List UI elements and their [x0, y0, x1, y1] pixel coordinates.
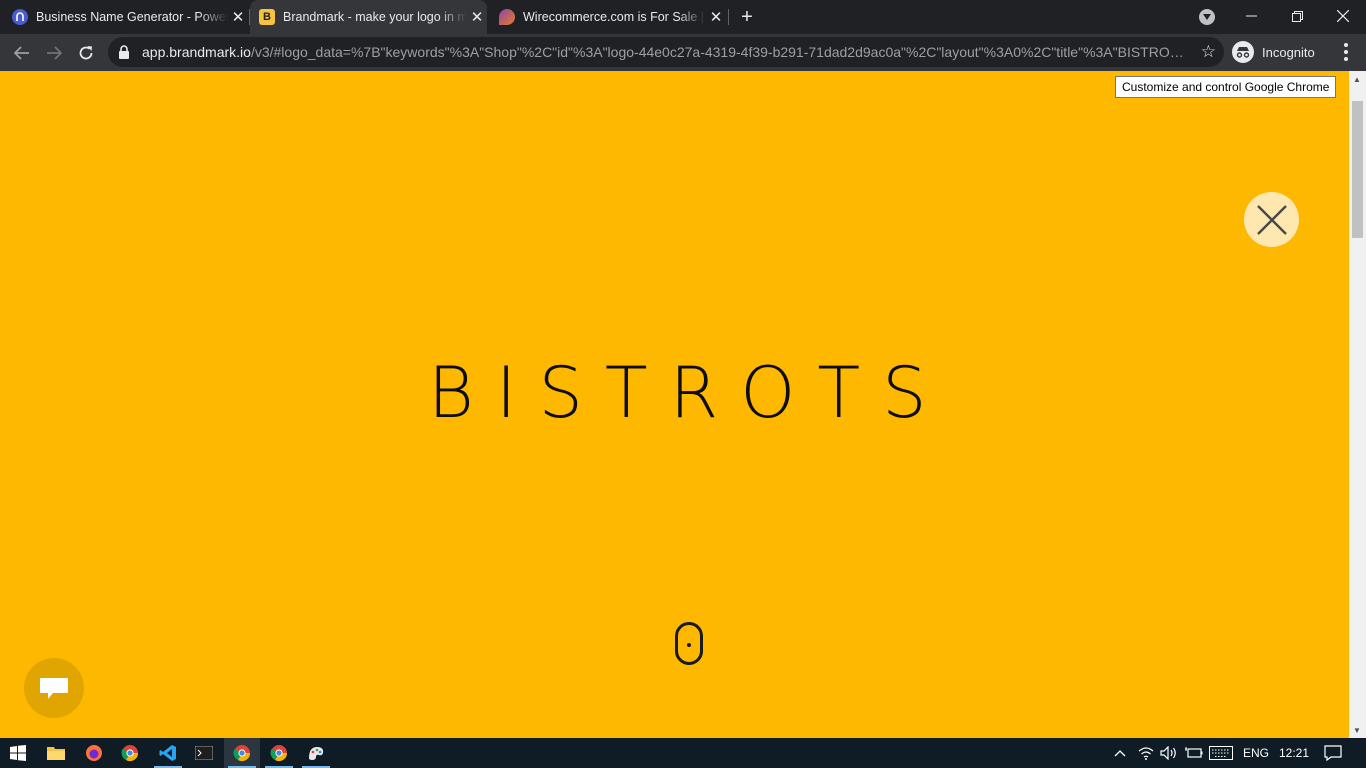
chat-bubble-icon [40, 678, 68, 699]
minimize-icon [1245, 15, 1257, 17]
lock-icon[interactable] [118, 45, 130, 59]
scroll-down-arrow-icon[interactable]: ▼ [1353, 726, 1361, 735]
firefox-icon [86, 745, 102, 761]
scrollbar-thumb[interactable] [1352, 101, 1363, 238]
address-bar[interactable]: app.brandmark.io/v3/#logo_data=%7B"keywo… [108, 37, 1224, 67]
brandmark-icon: B [259, 9, 275, 25]
tab-title: Business Name Generator - Powered by Nam… [36, 10, 228, 24]
close-preview-button[interactable] [1244, 192, 1299, 247]
file-explorer-icon [47, 747, 65, 760]
back-button[interactable] [9, 40, 35, 66]
close-tab-icon[interactable]: ✕ [467, 7, 487, 27]
incognito-icon [1232, 41, 1254, 63]
url-path: /v3/#logo_data=%7B"keywords"%3A"Shop"%2C… [250, 44, 1192, 60]
scroll-mouse-icon [675, 622, 703, 665]
tab-separator [728, 9, 729, 25]
new-tab-button[interactable]: + [737, 7, 757, 27]
battery-status[interactable] [1185, 738, 1203, 768]
wifi-icon [1138, 747, 1154, 760]
chrome-icon [233, 745, 251, 762]
clock[interactable]: 12:21 [1279, 738, 1309, 768]
battery-icon [1185, 747, 1203, 758]
taskbar-file-explorer[interactable] [38, 738, 74, 768]
menu-tooltip: Customize and control Google Chrome [1115, 76, 1337, 98]
close-tab-icon[interactable]: ✕ [706, 7, 726, 27]
chat-button[interactable] [24, 658, 84, 718]
url-host: app.brandmark.io [142, 44, 251, 60]
chrome-menu-button[interactable] [1334, 39, 1358, 65]
reload-icon [79, 46, 93, 60]
tab-title: Brandmark - make your logo in minutes [283, 10, 467, 24]
speaker-icon [1160, 746, 1176, 760]
volume-status[interactable] [1160, 738, 1178, 768]
terminal-icon [195, 746, 213, 760]
bookmark-star-icon[interactable]: ☆ [1201, 42, 1216, 62]
taskbar-chrome-3[interactable] [261, 738, 297, 768]
keyboard-icon [1209, 746, 1233, 760]
start-button[interactable] [0, 738, 36, 768]
language-indicator[interactable]: ENG [1243, 738, 1269, 768]
page-scrollbar[interactable]: ▲ ▼ [1349, 71, 1366, 738]
chevron-down-icon [1203, 14, 1211, 20]
show-hidden-icons[interactable] [1114, 738, 1126, 768]
taskbar-firefox[interactable] [76, 738, 112, 768]
arrow-left-icon [14, 46, 29, 60]
reload-button[interactable] [73, 40, 99, 66]
network-status[interactable] [1138, 738, 1154, 768]
taskbar-chrome-2[interactable] [224, 738, 260, 768]
logo-wordmark: BISTROTS [428, 352, 949, 434]
action-center[interactable] [1324, 738, 1342, 768]
namelix-icon [12, 9, 28, 25]
brandbucket-icon [499, 9, 515, 25]
chevron-up-icon [1114, 750, 1126, 757]
touch-keyboard[interactable] [1209, 738, 1233, 768]
taskbar-chrome-1[interactable] [112, 738, 148, 768]
paint-icon [309, 747, 324, 760]
windows-taskbar: ENG 12:21 [0, 738, 1366, 768]
restore-icon [1291, 10, 1303, 22]
taskbar-terminal[interactable] [186, 738, 222, 768]
incognito-label: Incognito [1262, 44, 1315, 60]
incognito-indicator[interactable]: Incognito [1232, 38, 1315, 66]
tab-title: Wirecommerce.com is For Sale | BrandBuck… [523, 10, 706, 24]
close-window-button[interactable] [1320, 0, 1366, 32]
windows-start-icon [10, 745, 26, 761]
taskbar-paint[interactable] [298, 738, 334, 768]
vscode-icon [159, 745, 176, 761]
scroll-up-arrow-icon[interactable]: ▲ [1353, 75, 1361, 84]
forward-button[interactable] [41, 40, 67, 66]
browser-toolbar: app.brandmark.io/v3/#logo_data=%7B"keywo… [0, 34, 1366, 71]
close-icon [1337, 10, 1349, 22]
chrome-icon [270, 745, 288, 762]
close-tab-icon[interactable]: ✕ [228, 7, 248, 27]
url-text[interactable]: app.brandmark.io/v3/#logo_data=%7B"keywo… [142, 44, 1192, 60]
tab-brandbucket[interactable]: Wirecommerce.com is For Sale | BrandBuck… [490, 0, 726, 34]
minimize-button[interactable] [1228, 0, 1274, 32]
close-icon [1256, 204, 1287, 235]
taskbar-vscode[interactable] [150, 738, 186, 768]
arrow-right-icon [47, 46, 62, 60]
tab-search-button[interactable] [1199, 9, 1215, 25]
tab-brandmark[interactable]: B Brandmark - make your logo in minutes … [250, 0, 487, 34]
tab-namelix[interactable]: Business Name Generator - Powered by Nam… [12, 0, 248, 34]
tab-strip: Business Name Generator - Powered by Nam… [0, 0, 1366, 34]
notification-icon [1324, 745, 1342, 761]
restore-button[interactable] [1274, 0, 1320, 32]
chrome-icon [121, 745, 139, 762]
